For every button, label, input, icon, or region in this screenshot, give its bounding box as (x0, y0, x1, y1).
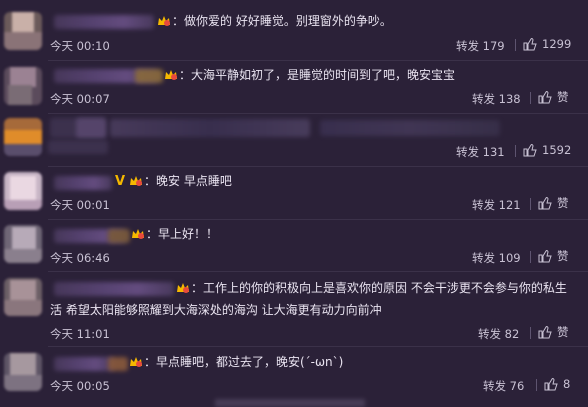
action-divider (530, 92, 531, 104)
avatar[interactable] (4, 12, 42, 50)
repost-button[interactable]: 转发 138 (472, 91, 521, 107)
crown-badge-icon (158, 16, 170, 26)
like-button[interactable]: 赞 (538, 196, 569, 210)
comment-text-continued: 活 希望太阳能够照耀到大海深处的海沟 让大海更有动力向前冲 (50, 303, 382, 317)
action-divider (530, 251, 531, 263)
username-blurred[interactable] (54, 282, 174, 296)
comment-time: 今天 11:01 (50, 327, 110, 341)
comment-text: ：早上好！！ (146, 227, 219, 241)
repost-button[interactable]: 转发 109 (472, 250, 521, 266)
like-button[interactable]: 8 (544, 377, 570, 391)
avatar[interactable] (4, 67, 42, 105)
action-divider (515, 145, 516, 157)
comment-text: ：工作上的你的积极向上是喜欢你的原因 不会干涉更不会参与你的私生 (191, 281, 567, 295)
avatar[interactable] (4, 118, 42, 156)
like-button[interactable]: 赞 (538, 90, 569, 104)
action-divider (530, 198, 531, 210)
repost-button[interactable]: 转发 121 (472, 197, 521, 213)
comment-separator (48, 219, 588, 220)
comment-time: 今天 00:05 (50, 379, 110, 393)
username-blurred[interactable] (54, 15, 154, 29)
comment-time: 今天 06:46 (50, 251, 110, 265)
comment-text-blurred (110, 119, 310, 137)
crown-badge-icon (165, 70, 177, 80)
avatar[interactable] (4, 278, 42, 316)
comment-separator (48, 166, 588, 167)
crown-badge-icon (132, 229, 144, 239)
repost-button[interactable]: 转发 179 (456, 38, 505, 54)
comment-separator (48, 113, 588, 114)
action-divider (536, 379, 537, 391)
avatar[interactable] (4, 172, 42, 210)
crown-badge-icon (130, 176, 142, 186)
thumbs-up-icon (544, 378, 558, 391)
thumbs-up-icon (538, 91, 552, 104)
like-button[interactable]: 赞 (538, 325, 569, 339)
comment-text: ：晚安 早点睡吧 (144, 174, 232, 188)
comment-text: ：做你爱的 好好睡觉。别理窗外的争吵。 (172, 14, 392, 28)
repost-button[interactable]: 转发 131 (456, 144, 505, 160)
crown-badge-icon (177, 283, 189, 293)
username-blurred[interactable] (54, 176, 112, 190)
thumbs-up-icon (523, 144, 537, 157)
comment-separator (48, 60, 588, 61)
comment-time: 今天 00:10 (50, 39, 110, 53)
action-divider (515, 39, 516, 51)
thumbs-up-icon (523, 38, 537, 51)
comment-time: 今天 00:07 (50, 92, 110, 106)
thumbs-up-icon (538, 250, 552, 263)
comment-text-blurred (320, 120, 500, 136)
comment-time: 今天 00:01 (50, 198, 110, 212)
thumbs-up-icon (538, 326, 552, 339)
avatar[interactable] (4, 353, 42, 391)
username-blurred-accent (108, 229, 130, 243)
comment-text-blurred (76, 118, 106, 138)
username-blurred-accent (135, 69, 163, 83)
comment-separator (48, 271, 588, 272)
comment-text: ：大海平静如初了，是睡觉的时间到了吧，晚安宝宝 (179, 68, 456, 82)
thumbs-up-icon (538, 197, 552, 210)
verified-badge: V (115, 174, 126, 189)
comment-separator (48, 346, 588, 347)
comment-feed: ：做你爱的 好好睡觉。别理窗外的争吵。 今天 00:10 转发 179 1299… (0, 0, 588, 407)
like-button[interactable]: 1592 (523, 143, 571, 157)
comment-time-blurred (48, 140, 108, 154)
repost-button[interactable]: 转发 82 (478, 326, 519, 342)
crown-badge-icon (130, 357, 142, 367)
username-blurred[interactable] (54, 357, 114, 371)
like-button[interactable]: 1299 (523, 37, 571, 51)
load-more-blurred[interactable] (215, 399, 365, 407)
avatar[interactable] (4, 225, 42, 263)
like-button[interactable]: 赞 (538, 249, 569, 263)
comment-text: ：早点睡吧，都过去了，晚安(´-ωn`) (144, 355, 344, 369)
repost-button[interactable]: 转发 76 (483, 378, 524, 394)
username-blurred-accent (108, 357, 128, 371)
action-divider (530, 327, 531, 339)
